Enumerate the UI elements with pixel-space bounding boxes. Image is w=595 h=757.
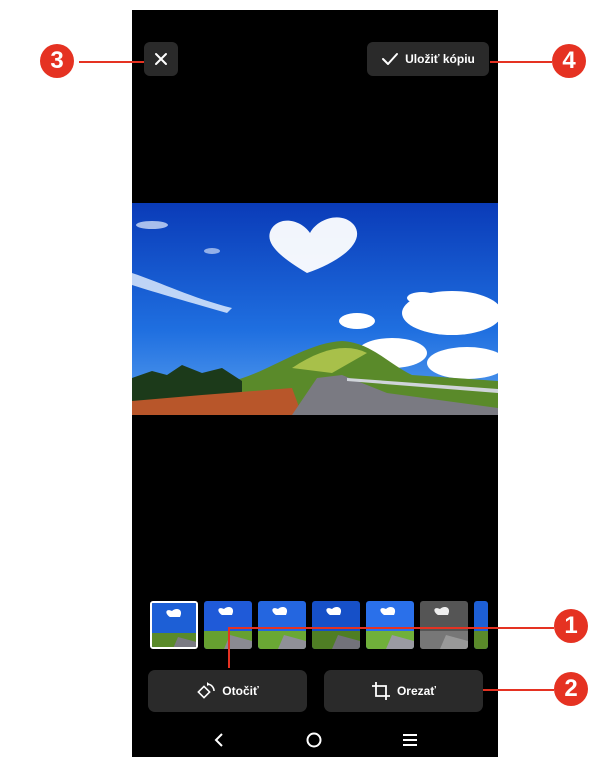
crop-label: Orezať xyxy=(396,684,437,698)
filter-thumb[interactable] xyxy=(366,601,414,649)
rotate-label: Otočiť xyxy=(222,684,259,698)
filter-thumb-mono[interactable] xyxy=(420,601,468,649)
filter-thumb[interactable] xyxy=(312,601,360,649)
photo-preview xyxy=(132,203,498,415)
home-icon[interactable] xyxy=(305,731,323,749)
callout-3: 3 xyxy=(40,44,74,78)
filter-thumb-partial[interactable] xyxy=(474,601,488,649)
callout-line-3 xyxy=(79,61,144,63)
filter-thumb[interactable] xyxy=(258,601,306,649)
callout-line-4 xyxy=(490,61,552,63)
callout-1: 1 xyxy=(554,609,588,643)
check-icon xyxy=(382,53,399,65)
close-icon xyxy=(155,53,167,65)
save-copy-button[interactable]: Uložiť kópiu xyxy=(367,42,489,76)
callout-4: 4 xyxy=(552,44,586,78)
callout-line-1 xyxy=(228,627,554,629)
rotate-icon xyxy=(197,682,216,699)
close-button[interactable] xyxy=(144,42,178,76)
filter-strip xyxy=(150,601,488,649)
callout-line-2 xyxy=(483,689,554,691)
callout-line-1-vertical xyxy=(228,627,230,668)
crop-button[interactable]: Orezať xyxy=(324,670,483,712)
callout-2: 2 xyxy=(554,672,588,706)
rotate-button[interactable]: Otočiť xyxy=(148,670,307,712)
menu-icon[interactable] xyxy=(402,733,418,747)
filter-thumb-original[interactable] xyxy=(150,601,198,649)
phone-screen: Uložiť kópiu Otočiť Orezať xyxy=(132,10,498,757)
crop-icon xyxy=(371,682,390,700)
back-icon[interactable] xyxy=(212,732,226,748)
system-nav-bar xyxy=(132,722,498,757)
save-copy-label: Uložiť kópiu xyxy=(405,52,475,66)
